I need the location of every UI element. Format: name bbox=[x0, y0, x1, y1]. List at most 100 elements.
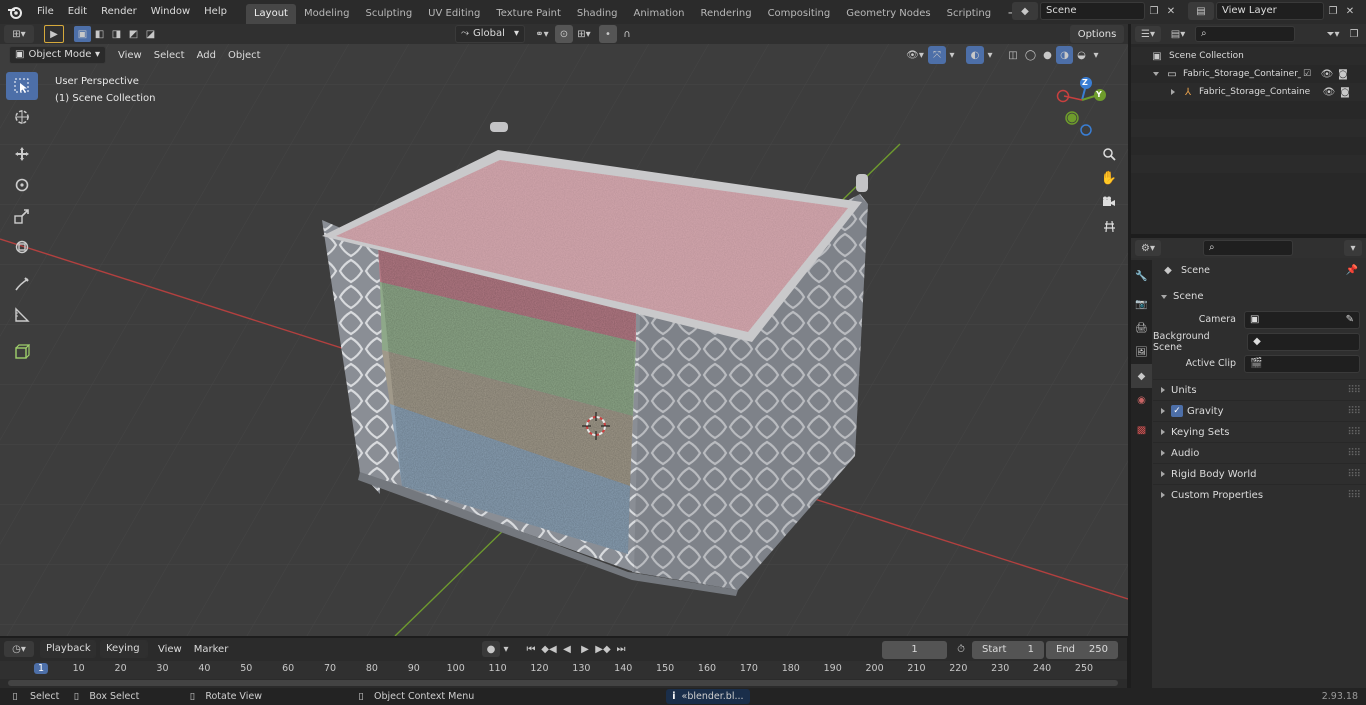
jump-start-icon[interactable]: ⏮ bbox=[522, 641, 540, 657]
gizmo-y-label[interactable]: Y bbox=[1096, 90, 1102, 99]
end-frame-field[interactable]: End 250 bbox=[1046, 641, 1118, 659]
tab-animation[interactable]: Animation bbox=[626, 4, 693, 24]
scene-icon[interactable]: ◆ bbox=[1012, 2, 1038, 20]
visibility-eye-icon[interactable]: 👁 bbox=[1319, 69, 1335, 80]
drag-handle-icon[interactable]: ⠿⠿ bbox=[1347, 448, 1361, 459]
camera-field[interactable]: ▣ ✎ bbox=[1244, 310, 1360, 329]
drag-handle-icon[interactable]: ⠿⠿ bbox=[1347, 406, 1361, 417]
eyedropper-icon[interactable]: ✎ bbox=[1346, 312, 1354, 328]
pan-hand-icon[interactable]: ✋ bbox=[1099, 166, 1119, 190]
mode-select[interactable]: ▣ Object Mode ▾ bbox=[9, 46, 106, 64]
measure-tool[interactable] bbox=[6, 301, 38, 329]
play-icon[interactable]: ▶ bbox=[576, 641, 594, 657]
record-options-icon[interactable]: ▾ bbox=[500, 641, 512, 657]
record-icon[interactable]: ● bbox=[482, 641, 500, 657]
drag-handle-icon[interactable]: ⠿⠿ bbox=[1347, 469, 1361, 480]
menu-file[interactable]: File bbox=[30, 1, 61, 23]
status-report[interactable]: i «blender.bl... bbox=[666, 689, 750, 704]
delete-view-layer-icon[interactable]: ✕ bbox=[1342, 2, 1358, 20]
drag-handle-icon[interactable]: ⠿⠿ bbox=[1347, 490, 1361, 501]
transform-tool[interactable] bbox=[6, 233, 38, 261]
tab-rendering[interactable]: Rendering bbox=[692, 4, 759, 24]
keying-menu[interactable]: Keying ▾ bbox=[100, 640, 148, 670]
panel-custom-properties[interactable]: Custom Properties ⠿⠿ bbox=[1153, 484, 1366, 505]
view-layer-icon[interactable]: ▤ bbox=[1188, 2, 1214, 20]
panel-units[interactable]: Units ⠿⠿ bbox=[1153, 379, 1366, 400]
scene-panel-header[interactable]: Scene bbox=[1153, 286, 1366, 307]
ortho-grid-icon[interactable] bbox=[1099, 214, 1119, 238]
properties-search-input[interactable]: ⌕ bbox=[1203, 240, 1293, 256]
3d-viewport[interactable]: Z Y User Perspective (1) Scene Collectio… bbox=[0, 24, 1128, 636]
new-scene-icon[interactable]: ❐ bbox=[1145, 2, 1163, 20]
tab-layout[interactable]: Layout bbox=[245, 4, 296, 24]
select-new-icon[interactable]: ▣ bbox=[74, 26, 91, 42]
exclude-checkbox-icon[interactable]: ☑ bbox=[1301, 69, 1313, 79]
jump-end-icon[interactable]: ⏭ bbox=[612, 641, 630, 657]
frame-ruler[interactable]: 1 10 20 30 40 50 60 70 80 90 100 110 120 130 140 150 160… bbox=[0, 661, 1127, 679]
menu-select[interactable]: Select bbox=[148, 50, 191, 61]
tab-texture-paint[interactable]: Texture Paint bbox=[488, 4, 569, 24]
menu-window[interactable]: Window bbox=[144, 1, 197, 23]
playback-menu[interactable]: Playback ▾ bbox=[40, 640, 96, 670]
xray-toggle-icon[interactable]: ◫ bbox=[1004, 46, 1022, 64]
filter-icon[interactable]: ⏷▾ bbox=[1320, 26, 1346, 42]
scene-field[interactable]: Scene bbox=[1040, 2, 1145, 20]
timeline-editor-icon[interactable]: ◷▾ bbox=[4, 641, 34, 657]
menu-view[interactable]: View bbox=[112, 50, 148, 61]
menu-help[interactable]: Help bbox=[197, 1, 234, 23]
prev-keyframe-icon[interactable]: ◆◀ bbox=[540, 641, 558, 657]
tab-uv-editing[interactable]: UV Editing bbox=[420, 4, 488, 24]
drag-handle-icon[interactable]: ⠿⠿ bbox=[1347, 427, 1361, 438]
gizmo-dropdown-icon[interactable]: ▾ bbox=[946, 46, 958, 64]
visibility-eye-icon[interactable]: 👁 bbox=[1321, 87, 1337, 98]
options-button[interactable]: Options bbox=[1070, 25, 1124, 43]
tool-tab-icon[interactable]: 🔧 bbox=[1131, 264, 1152, 288]
gizmo-z-label[interactable]: Z bbox=[1082, 78, 1088, 87]
outliner-row-object[interactable]: ⅄ Fabric_Storage_Containe 👁 ◙ bbox=[1131, 83, 1366, 101]
outliner-search-input[interactable]: ⌕ bbox=[1195, 26, 1295, 42]
tab-geometry-nodes[interactable]: Geometry Nodes bbox=[838, 4, 938, 24]
tab-shading[interactable]: Shading bbox=[569, 4, 626, 24]
menu-add[interactable]: Add bbox=[191, 50, 222, 61]
world-tab-icon[interactable]: ◉ bbox=[1131, 388, 1152, 412]
tab-modeling[interactable]: Modeling bbox=[296, 4, 358, 24]
scene-tab-icon[interactable]: ◆ bbox=[1131, 364, 1152, 388]
start-frame-field[interactable]: Start 1 bbox=[972, 641, 1044, 659]
tab-scripting[interactable]: Scripting bbox=[939, 4, 999, 24]
render-camera-icon[interactable]: ◙ bbox=[1335, 69, 1351, 80]
outliner-row-collection[interactable]: ▭ Fabric_Storage_Container_Gn ☑ 👁 ◙ bbox=[1131, 65, 1366, 83]
select-intersect-icon[interactable]: ◪ bbox=[142, 26, 159, 42]
camera-view-icon[interactable] bbox=[1099, 190, 1119, 214]
scale-tool[interactable] bbox=[6, 202, 38, 230]
active-clip-field[interactable]: 🎬 bbox=[1244, 354, 1360, 373]
output-tab-icon[interactable]: 🖨 bbox=[1131, 316, 1152, 340]
snap-settings-icon[interactable]: ⊞▾ bbox=[573, 25, 595, 43]
cursor-tool[interactable] bbox=[6, 103, 38, 131]
render-tab-icon[interactable]: 📷 bbox=[1131, 292, 1152, 316]
expand-arrow-icon[interactable] bbox=[1153, 72, 1159, 76]
overlay-dropdown-icon[interactable]: ▾ bbox=[984, 46, 996, 64]
menu-edit[interactable]: Edit bbox=[61, 1, 94, 23]
render-camera-icon[interactable]: ◙ bbox=[1337, 87, 1353, 98]
proportional-edit-icon[interactable]: • bbox=[599, 25, 617, 43]
select-invert-icon[interactable]: ◩ bbox=[125, 26, 142, 42]
select-subtract-icon[interactable]: ◨ bbox=[108, 26, 125, 42]
current-frame-field[interactable]: 1 bbox=[882, 641, 947, 659]
pin-icon[interactable]: 📌 bbox=[1346, 265, 1358, 276]
shading-dropdown-icon[interactable]: ▾ bbox=[1090, 46, 1102, 64]
visibility-eye-icon[interactable]: 👁▾ bbox=[902, 46, 928, 64]
delete-scene-icon[interactable]: ✕ bbox=[1163, 2, 1179, 20]
play-reverse-icon[interactable]: ◀ bbox=[558, 641, 576, 657]
gizmo-toggle-icon[interactable]: ⤧ bbox=[928, 46, 946, 64]
overlay-toggle-icon[interactable]: ◐ bbox=[966, 46, 984, 64]
add-cube-tool[interactable] bbox=[6, 338, 38, 366]
drag-handle-icon[interactable]: ⠿⠿ bbox=[1347, 385, 1361, 396]
outliner-editor-icon[interactable]: ☰▾ bbox=[1135, 26, 1161, 42]
properties-options-icon[interactable]: ▾ bbox=[1344, 240, 1362, 256]
menu-render[interactable]: Render bbox=[94, 1, 144, 23]
shading-solid-icon[interactable]: ● bbox=[1039, 46, 1056, 64]
pivot-icon[interactable]: ⚭▾ bbox=[529, 25, 555, 43]
tab-sculpting[interactable]: Sculpting bbox=[357, 4, 420, 24]
select-extend-icon[interactable]: ◧ bbox=[91, 26, 108, 42]
blender-logo-icon[interactable] bbox=[0, 0, 30, 24]
